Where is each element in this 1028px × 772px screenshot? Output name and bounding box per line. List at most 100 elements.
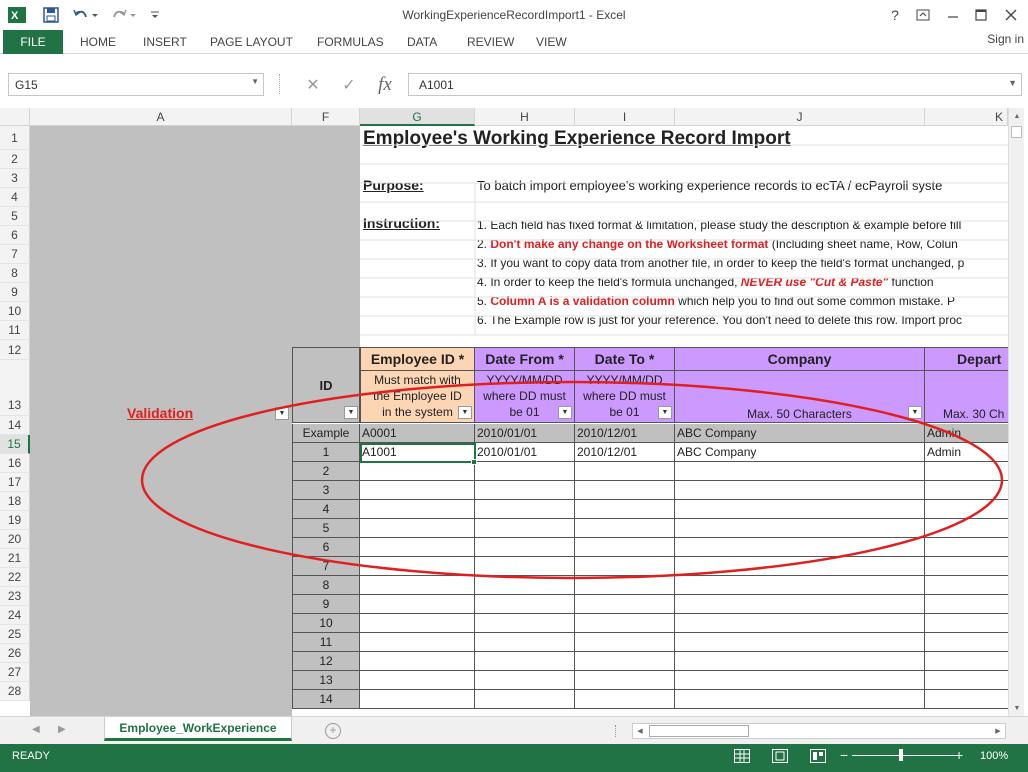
id-cell[interactable]: 6 [292,538,360,557]
company-cell[interactable] [675,690,925,709]
page-break-view-icon[interactable] [810,749,826,763]
select-all-corner[interactable] [0,108,30,126]
column-header-j[interactable]: J [675,108,925,126]
id-cell[interactable]: 14 [292,690,360,709]
row-header[interactable]: 15 [0,435,30,454]
department-cell[interactable] [925,614,1008,633]
zoom-in-icon[interactable]: + [955,747,963,763]
cancel-entry-icon[interactable]: ✕ [298,73,328,96]
employee-id-cell[interactable] [360,462,475,481]
employee-id-cell[interactable] [360,538,475,557]
vertical-scroll-thumb[interactable] [1011,126,1022,138]
zoom-slider-thumb[interactable] [899,749,903,761]
row-header[interactable]: 4 [0,188,30,207]
row-header[interactable]: 19 [0,511,30,530]
date-to-cell[interactable] [575,633,675,652]
tab-insert[interactable]: INSERT [139,30,191,54]
row-header[interactable]: 17 [0,473,30,492]
row-header[interactable]: 10 [0,302,30,321]
date-from-cell[interactable] [475,519,575,538]
id-cell[interactable]: 12 [292,652,360,671]
date-to-cell[interactable] [575,500,675,519]
company-cell[interactable] [675,500,925,519]
confirm-entry-icon[interactable]: ✓ [334,73,364,96]
date-from-cell[interactable] [475,481,575,500]
filter-dropdown-date-from-icon[interactable]: ▼ [558,406,572,419]
row-header[interactable]: 20 [0,530,30,549]
company-cell[interactable] [675,652,925,671]
id-cell[interactable]: 2 [292,462,360,481]
sign-in-link[interactable]: Sign in [987,32,1024,46]
employee-id-cell[interactable] [360,557,475,576]
scroll-right-icon[interactable]: ▶ [991,724,1005,738]
employee-id-cell[interactable] [360,481,475,500]
date-to-cell[interactable] [575,576,675,595]
date-to-cell[interactable] [575,614,675,633]
date-from-cell[interactable] [475,633,575,652]
company-cell[interactable] [675,462,925,481]
id-cell[interactable]: 5 [292,519,360,538]
row-header[interactable]: 22 [0,568,30,587]
department-cell[interactable] [925,595,1008,614]
department-cell[interactable] [925,481,1008,500]
date-from-cell[interactable]: 2010/01/01 [475,424,575,443]
sheet-tab-employee-workexperience[interactable]: Employee_WorkExperience [104,717,292,741]
filter-dropdown-date-to-icon[interactable]: ▼ [658,406,672,419]
date-from-cell[interactable]: 2010/01/01 [475,443,575,462]
date-from-cell[interactable] [475,576,575,595]
name-box-dropdown-icon[interactable]: ▼ [251,77,259,86]
name-box[interactable]: G15 ▼ [8,73,264,96]
column-header-a[interactable]: A [30,108,292,126]
id-cell[interactable]: 8 [292,576,360,595]
worksheet-grid[interactable]: A F G H I J K 1 2 3 4 5 6 7 8 9 10 11 12 13 14 15 16 17 1… [0,108,1008,716]
department-cell[interactable] [925,576,1008,595]
date-to-cell[interactable]: 2010/12/01 [575,424,675,443]
row-header[interactable]: 18 [0,492,30,511]
company-cell[interactable]: ABC Company [675,443,925,462]
date-to-cell[interactable] [575,690,675,709]
department-cell[interactable] [925,690,1008,709]
filter-dropdown-id-icon[interactable]: ▼ [344,406,358,419]
zoom-level[interactable]: 100% [980,750,1008,762]
row-header[interactable]: 2 [0,150,30,169]
department-cell[interactable] [925,671,1008,690]
employee-id-cell[interactable] [360,614,475,633]
date-to-cell[interactable] [575,652,675,671]
minimize-button[interactable] [942,4,964,26]
column-header-k[interactable]: K [925,108,1008,126]
department-cell[interactable] [925,633,1008,652]
employee-id-cell[interactable] [360,500,475,519]
employee-id-cell[interactable]: A0001 [360,424,475,443]
tab-view[interactable]: VIEW [532,30,571,54]
company-cell[interactable] [675,595,925,614]
row-header[interactable]: 23 [0,587,30,606]
scroll-left-icon[interactable]: ◀ [633,724,647,738]
tab-file[interactable]: FILE [3,30,63,54]
tab-review[interactable]: REVIEW [463,30,518,54]
company-cell[interactable] [675,671,925,690]
help-button[interactable]: ? [884,4,906,26]
tab-split-handle[interactable] [615,725,617,737]
filter-dropdown-validation-icon[interactable]: ▼ [275,407,289,420]
filter-dropdown-employee-id-icon[interactable]: ▼ [458,406,472,419]
zoom-out-icon[interactable]: − [840,747,848,763]
column-header-i[interactable]: I [575,108,675,126]
id-cell[interactable]: 3 [292,481,360,500]
department-cell[interactable] [925,557,1008,576]
id-cell[interactable]: 9 [292,595,360,614]
scroll-up-icon[interactable]: ▲ [1009,108,1025,124]
id-cell[interactable]: 11 [292,633,360,652]
new-sheet-icon[interactable]: + [325,723,341,739]
column-header-f[interactable]: F [292,108,360,126]
tab-formulas[interactable]: FORMULAS [313,30,388,54]
row-header[interactable]: 28 [0,682,30,701]
date-from-cell[interactable] [475,538,575,557]
row-header[interactable]: 3 [0,169,30,188]
company-cell[interactable] [675,633,925,652]
row-header[interactable]: 8 [0,264,30,283]
row-header[interactable]: 26 [0,644,30,663]
row-header[interactable]: 1 [0,126,30,150]
date-from-cell[interactable] [475,500,575,519]
fill-handle[interactable] [471,459,477,465]
department-cell[interactable] [925,538,1008,557]
